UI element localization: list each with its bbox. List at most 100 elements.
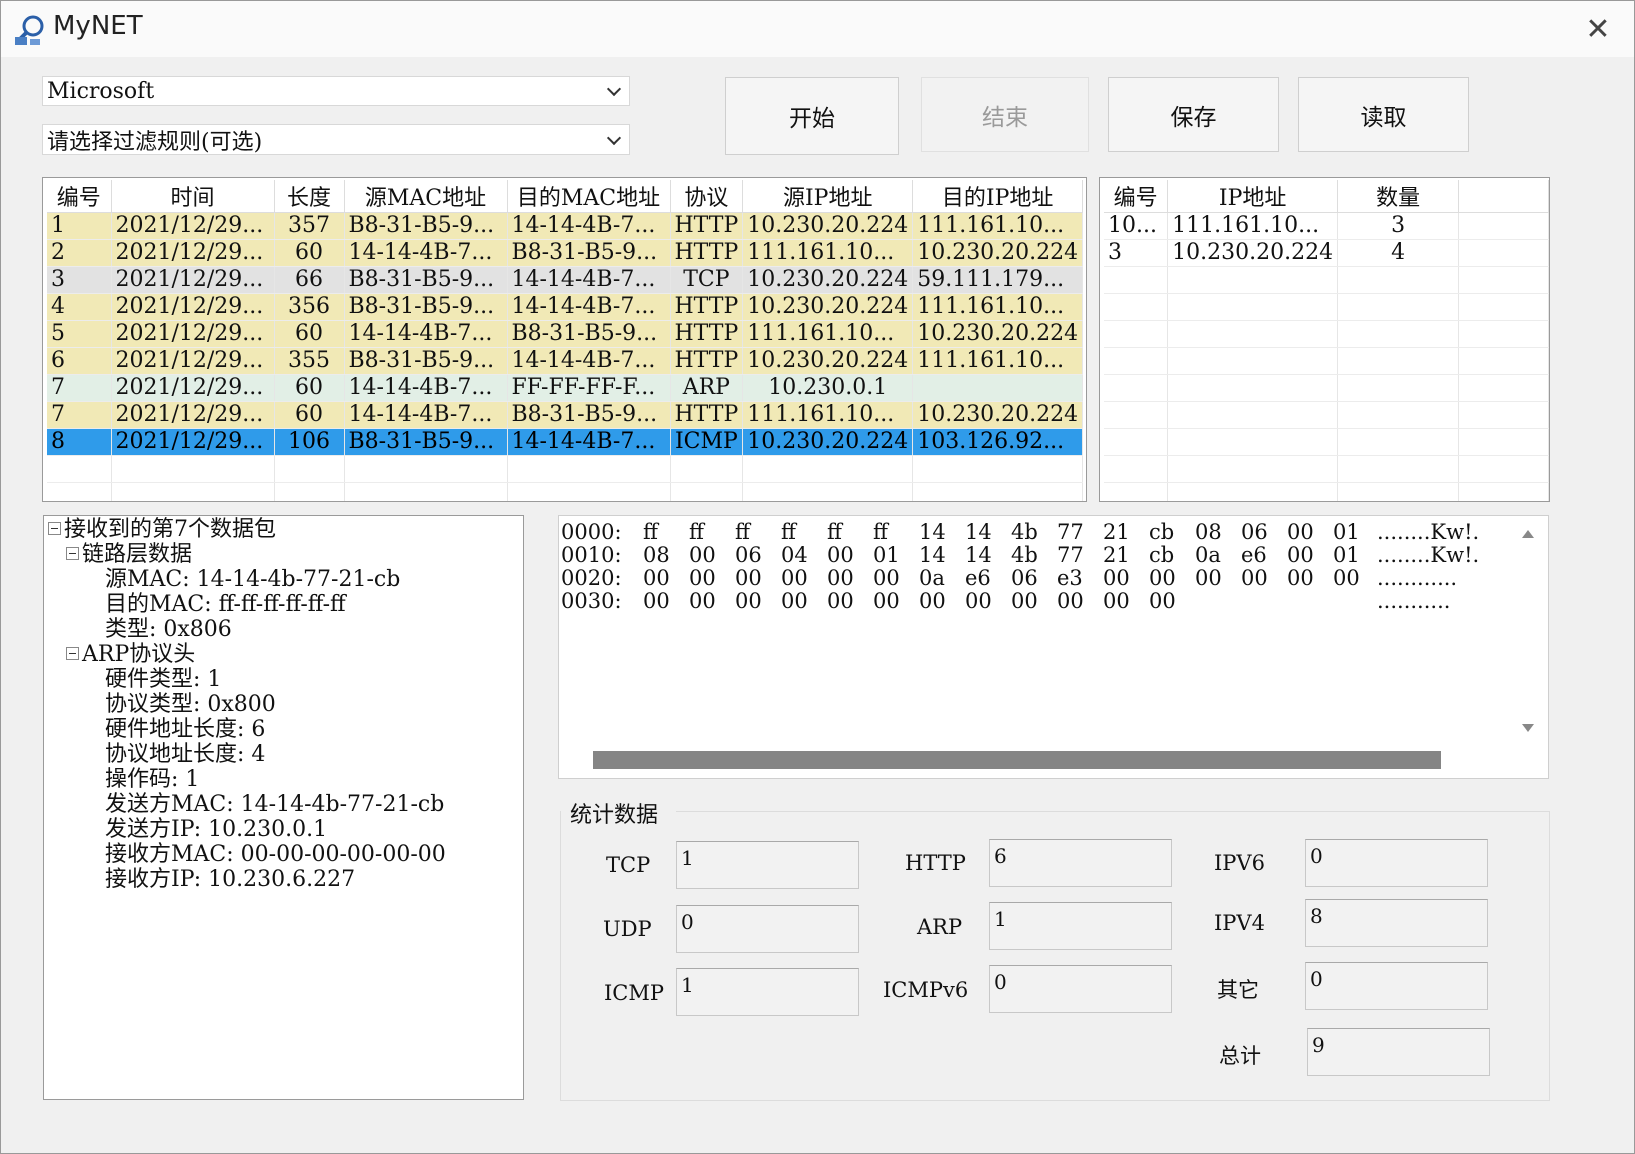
packet-cell: 14-14-4B-7...	[507, 266, 671, 294]
hex-byte: 00	[919, 589, 946, 613]
empty-cell	[670, 482, 744, 501]
scroll-up-icon[interactable]	[1522, 530, 1534, 538]
stat-field-icmp[interactable]: 1	[676, 968, 859, 1016]
hex-byte: 00	[1241, 566, 1268, 590]
hex-byte: 00	[873, 566, 900, 590]
filter-select[interactable]: 请选择过滤规则(可选)	[42, 124, 630, 155]
column-header[interactable]: 目的MAC地址	[507, 180, 671, 213]
column-header[interactable]: 协议	[670, 180, 744, 213]
empty-cell	[1104, 401, 1169, 429]
tree-field[interactable]: 硬件类型: 1	[105, 667, 221, 692]
packet-row[interactable]: 8 2021/12/29... 106 B8-31-B5-9... 14-14-4B-7…	[47, 428, 1084, 456]
ip-table: 编号 IP地址 数量 10... 111.161.10... 3 3 10.230.20.2…	[1104, 180, 1549, 501]
horizontal-scroll-thumb[interactable]	[593, 751, 1441, 769]
column-header[interactable]: 源MAC地址	[344, 180, 508, 213]
tree-field[interactable]: 发送方MAC: 14-14-4b-77-21-cb	[105, 792, 444, 817]
column-header[interactable]: 源IP地址	[742, 180, 914, 213]
stat-field-ipv4[interactable]: 8	[1305, 899, 1488, 947]
packet-row[interactable]: 6 2021/12/29... 355 B8-31-B5-9... 14-14-4B-7…	[47, 347, 1084, 375]
hex-byte: 00	[735, 566, 762, 590]
ip-row[interactable]: 3 10.230.20.224 4	[1104, 239, 1549, 267]
empty-cell	[274, 455, 345, 483]
column-header[interactable]: 编号	[1104, 180, 1169, 213]
tree-field[interactable]: 接收方MAC: 00-00-00-00-00-00	[105, 842, 446, 867]
hex-byte: 0a	[919, 566, 945, 590]
collapse-icon[interactable]	[48, 522, 61, 535]
packet-cell: 10.230.20.224	[912, 320, 1084, 348]
packet-detail-tree[interactable]: 接收到的第7个数据包 链路层数据 源MAC: 14-14-4b-77-21-cb…	[43, 515, 524, 1100]
ip-cell: 3	[1104, 239, 1169, 267]
packet-row[interactable]: 3 2021/12/29... 66 B8-31-B5-9... 14-14-4B-7.…	[47, 266, 1084, 294]
packet-cell: 14-14-4B-7...	[507, 293, 671, 321]
stat-field-total[interactable]: 9	[1307, 1028, 1490, 1076]
tree-field[interactable]: 类型: 0x806	[105, 617, 232, 642]
collapse-icon[interactable]	[66, 647, 79, 660]
packet-cell: 2021/12/29...	[111, 266, 275, 294]
empty-cell	[507, 455, 671, 483]
column-header[interactable]: 数量	[1337, 180, 1460, 213]
hex-byte: 00	[873, 589, 900, 613]
hex-byte: 06	[1241, 520, 1268, 544]
hex-ascii: ........Kw!.	[1377, 543, 1480, 567]
adapter-select-value: Microsoft	[47, 78, 155, 104]
column-header[interactable]: 编号	[47, 180, 112, 213]
tree-field[interactable]: 发送方IP: 10.230.0.1	[105, 817, 327, 842]
tree-arp-node[interactable]: ARP协议头	[66, 642, 195, 667]
hex-byte: 77	[1057, 543, 1084, 567]
packet-cell: 59.111.179...	[912, 266, 1084, 294]
horizontal-scrollbar[interactable]	[559, 744, 1548, 778]
stat-field-other[interactable]: 0	[1305, 962, 1488, 1010]
tree-field[interactable]: 协议类型: 0x800	[105, 692, 276, 717]
tree-field[interactable]: 协议地址长度: 4	[105, 742, 265, 767]
packet-cell: 14-14-4B-7...	[507, 428, 671, 456]
packet-row[interactable]: 7 2021/12/29... 60 14-14-4B-7... B8-31-B5-9.…	[47, 401, 1084, 429]
vertical-scrollbar[interactable]	[1512, 516, 1548, 744]
stat-field-udp[interactable]: 0	[676, 905, 859, 953]
scroll-down-icon[interactable]	[1522, 724, 1534, 732]
tree-field[interactable]: 目的MAC: ff-ff-ff-ff-ff-ff	[105, 592, 346, 617]
stat-label-icmp: ICMP	[604, 981, 664, 1005]
ip-row[interactable]: 10... 111.161.10... 3	[1104, 212, 1549, 240]
stat-field-http[interactable]: 6	[989, 839, 1172, 887]
save-button[interactable]: 保存	[1108, 77, 1279, 152]
tree-root-node[interactable]: 接收到的第7个数据包	[48, 517, 276, 542]
close-icon[interactable]: ✕	[1576, 7, 1620, 51]
tree-field[interactable]: 源MAC: 14-14-4b-77-21-cb	[105, 567, 400, 592]
stat-label-ipv4: IPV4	[1214, 911, 1265, 935]
hex-byte: 08	[643, 543, 670, 567]
packet-row[interactable]: 5 2021/12/29... 60 14-14-4B-7... B8-31-B5-9.…	[47, 320, 1084, 348]
stat-field-arp[interactable]: 1	[989, 902, 1172, 950]
tree-link-layer-node[interactable]: 链路层数据	[66, 542, 192, 567]
stat-label-udp: UDP	[603, 917, 652, 941]
packet-cell: 5	[47, 320, 112, 348]
statistics-legend: 统计数据	[570, 803, 659, 828]
column-header[interactable]: IP地址	[1167, 180, 1339, 213]
packet-row[interactable]: 2 2021/12/29... 60 14-14-4B-7... B8-31-B5-9.…	[47, 239, 1084, 267]
stat-label-http: HTTP	[905, 851, 966, 875]
column-header[interactable]: 目的IP地址	[912, 180, 1084, 213]
stat-field-ipv6[interactable]: 0	[1305, 839, 1488, 887]
empty-cell	[1167, 455, 1339, 483]
stop-button[interactable]: 结束	[921, 77, 1089, 152]
tree-field[interactable]: 硬件地址长度: 6	[105, 717, 265, 742]
adapter-select[interactable]: Microsoft	[42, 76, 630, 106]
collapse-icon[interactable]	[66, 547, 79, 560]
tree-field[interactable]: 操作码: 1	[105, 767, 199, 792]
hex-byte: 00	[1057, 589, 1084, 613]
filter-select-value: 请选择过滤规则(可选)	[47, 129, 263, 155]
packet-row[interactable]: 7 2021/12/29... 60 14-14-4B-7... FF-FF-FF-F.…	[47, 374, 1084, 402]
column-header[interactable]: 时间	[111, 180, 275, 213]
column-header[interactable]: 长度	[274, 180, 345, 213]
packet-row[interactable]: 1 2021/12/29... 357 B8-31-B5-9... 14-14-4B-7…	[47, 212, 1084, 240]
packet-cell: 3	[47, 266, 112, 294]
load-button[interactable]: 读取	[1298, 77, 1469, 152]
tree-field[interactable]: 接收方IP: 10.230.6.227	[105, 867, 355, 892]
stat-field-icmpv6[interactable]: 0	[989, 965, 1172, 1013]
start-button[interactable]: 开始	[725, 77, 899, 155]
packet-row[interactable]: 4 2021/12/29... 356 B8-31-B5-9... 14-14-4B-7…	[47, 293, 1084, 321]
hex-dump-view[interactable]: 0000: ff ff ff ff ff ff 14 14 4b 77 21 cb 08 06 00 01...…	[558, 515, 1549, 779]
hex-byte: 00	[1195, 566, 1222, 590]
stat-field-tcp[interactable]: 1	[676, 841, 859, 889]
hex-byte: e6	[1241, 543, 1267, 567]
packet-cell: 14-14-4B-7...	[507, 212, 671, 240]
